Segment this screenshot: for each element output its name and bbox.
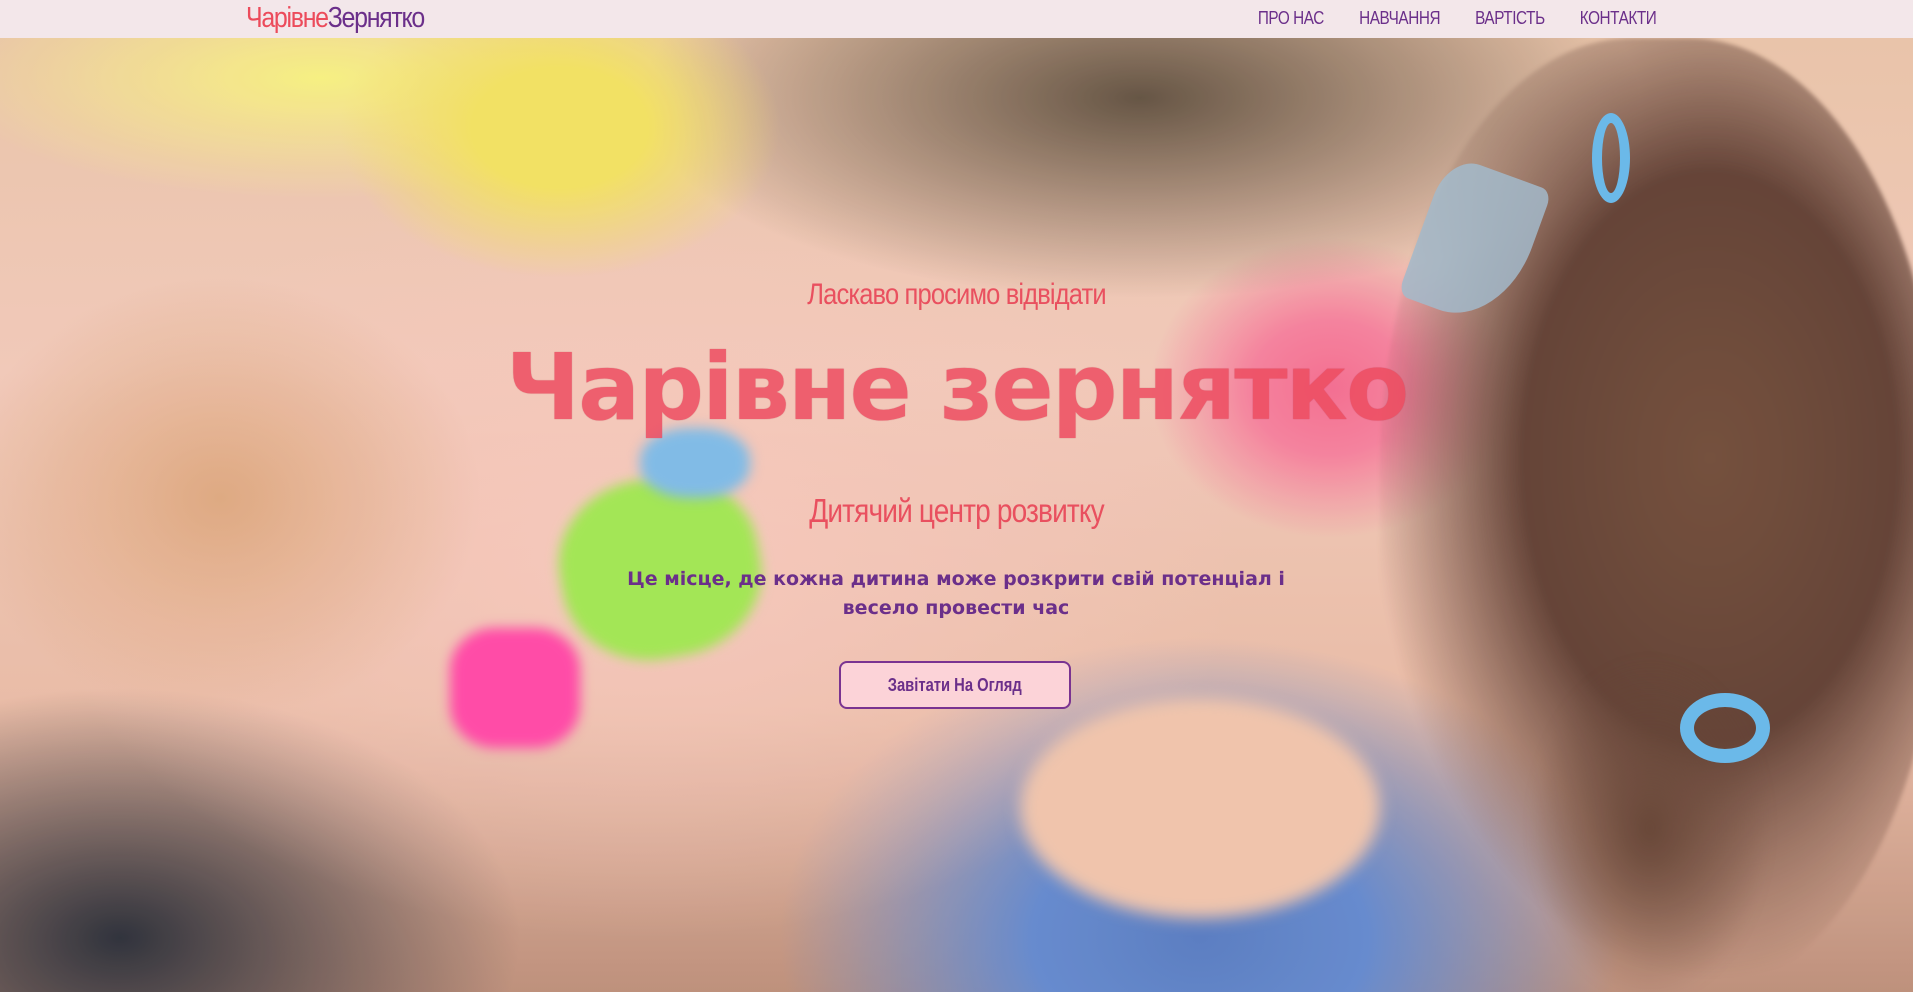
brand-logo-part1: Чарівне (246, 2, 329, 34)
nav-item-education[interactable]: НАВЧАННЯ (1359, 8, 1440, 29)
visit-tour-button[interactable]: Завітати На Огляд (839, 661, 1071, 709)
hero-content: Ласкаво просимо відвідати Чарівне зернят… (0, 38, 1913, 992)
brand-logo-part2: Зернятко (327, 2, 426, 34)
visit-tour-button-label: Завітати На Огляд (887, 675, 1023, 695)
nav-item-contacts[interactable]: КОНТАКТИ (1580, 8, 1657, 29)
hero-subtitle: Дитячий центр розвитку (809, 492, 1104, 529)
hero-section: Ласкаво просимо відвідати Чарівне зернят… (0, 38, 1913, 992)
main-nav: ПРО НАС НАВЧАННЯ ВАРТІСТЬ КОНТАКТИ (1252, 0, 1663, 36)
hero-welcome-text: Ласкаво просимо відвідати (807, 278, 1106, 311)
hero-title: Чарівне зернятко (505, 334, 1409, 441)
top-navbar: ЧарівнеЗернятко ПРО НАС НАВЧАННЯ ВАРТІСТ… (0, 0, 1913, 38)
brand-logo[interactable]: ЧарівнеЗернятко (246, 0, 426, 36)
hero-description: Це місце, де кожна дитина може розкрити … (627, 568, 1285, 619)
nav-item-about[interactable]: ПРО НАС (1258, 8, 1324, 29)
nav-item-pricing[interactable]: ВАРТІСТЬ (1475, 8, 1545, 29)
